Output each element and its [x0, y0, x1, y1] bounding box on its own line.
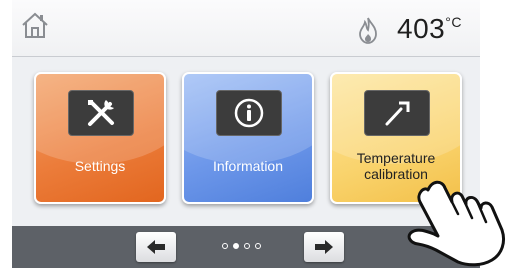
- flame-icon: [359, 17, 377, 44]
- pointing-hand-icon: [407, 180, 506, 267]
- info-icon: [216, 90, 282, 136]
- arrow-left-icon: [147, 240, 165, 254]
- next-page-button[interactable]: [304, 232, 344, 262]
- settings-label: Settings: [74, 158, 126, 174]
- page-indicator: [222, 243, 261, 249]
- arrow-right-icon: [315, 240, 333, 254]
- page-dot: [255, 243, 261, 249]
- home-icon[interactable]: [20, 10, 50, 40]
- page-dot: [244, 243, 250, 249]
- temperature-readout: 403°C: [397, 13, 462, 45]
- settings-button[interactable]: Settings: [34, 72, 166, 204]
- previous-page-button[interactable]: [136, 232, 176, 262]
- page-dot-active: [233, 243, 239, 249]
- temperature-value: 403: [397, 13, 446, 44]
- information-button[interactable]: Information: [182, 72, 314, 204]
- information-label: Information: [212, 158, 284, 174]
- probe-icon: [364, 90, 430, 136]
- page-dot: [222, 243, 228, 249]
- tools-icon: [68, 90, 134, 136]
- status-bar: 403°C: [12, 0, 480, 57]
- temperature-unit: °C: [445, 14, 462, 30]
